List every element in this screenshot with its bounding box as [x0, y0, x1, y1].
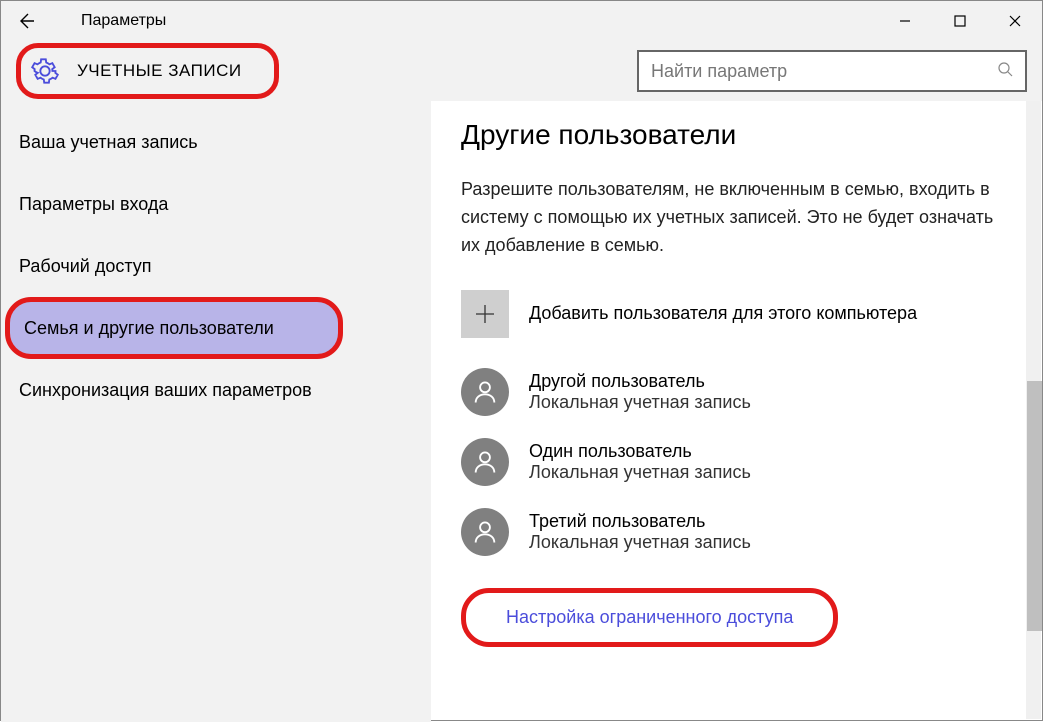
sidebar-item-family-users[interactable]: Семья и другие пользователи — [5, 297, 343, 359]
sidebar-item-label: Семья и другие пользователи — [24, 318, 274, 339]
avatar-icon — [461, 508, 509, 556]
back-button[interactable] — [1, 1, 51, 41]
search-box[interactable] — [637, 50, 1027, 92]
user-row[interactable]: Третий пользователь Локальная учетная за… — [461, 508, 1012, 556]
user-name: Третий пользователь — [529, 511, 751, 532]
sidebar: Ваша учетная запись Параметры входа Рабо… — [1, 101, 431, 722]
sidebar-item-your-account[interactable]: Ваша учетная запись — [1, 111, 431, 173]
avatar-icon — [461, 368, 509, 416]
minimize-icon — [899, 15, 911, 27]
gear-icon — [31, 57, 59, 85]
main-panel: Другие пользователи Разрешите пользовате… — [431, 101, 1042, 722]
user-name: Один пользователь — [529, 441, 751, 462]
search-icon — [997, 61, 1013, 82]
user-row[interactable]: Другой пользователь Локальная учетная за… — [461, 368, 1012, 416]
maximize-button[interactable] — [932, 1, 987, 41]
scrollbar-thumb[interactable] — [1027, 381, 1042, 631]
user-account-type: Локальная учетная запись — [529, 532, 751, 553]
user-name: Другой пользователь — [529, 371, 751, 392]
add-user-row[interactable]: Добавить пользователя для этого компьюте… — [461, 290, 1012, 338]
maximize-icon — [954, 15, 966, 27]
user-account-type: Локальная учетная запись — [529, 462, 751, 483]
plus-icon — [461, 290, 509, 338]
close-icon — [1009, 15, 1021, 27]
section-badge: УЧЕТНЫЕ ЗАПИСИ — [16, 43, 279, 99]
search-input[interactable] — [651, 61, 997, 82]
titlebar: Параметры — [1, 1, 1042, 41]
page-description: Разрешите пользователям, не включенным в… — [461, 176, 1001, 260]
sidebar-item-work-access[interactable]: Рабочий доступ — [1, 235, 431, 297]
arrow-left-icon — [16, 11, 36, 31]
sidebar-item-label: Ваша учетная запись — [19, 132, 198, 153]
window-title: Параметры — [51, 12, 166, 30]
add-user-label: Добавить пользователя для этого компьюте… — [529, 303, 917, 324]
section-title: УЧЕТНЫЕ ЗАПИСИ — [77, 61, 242, 81]
sidebar-item-label: Параметры входа — [19, 194, 168, 215]
sidebar-item-label: Синхронизация ваших параметров — [19, 380, 312, 401]
assigned-access-link[interactable]: Настройка ограниченного доступа — [506, 607, 793, 627]
minimize-button[interactable] — [877, 1, 932, 41]
user-account-type: Локальная учетная запись — [529, 392, 751, 413]
assigned-access-link-highlight: Настройка ограниченного доступа — [461, 588, 838, 647]
user-row[interactable]: Один пользователь Локальная учетная запи… — [461, 438, 1012, 486]
close-button[interactable] — [987, 1, 1042, 41]
header-row: УЧЕТНЫЕ ЗАПИСИ — [1, 41, 1042, 101]
page-heading: Другие пользователи — [461, 119, 1012, 151]
sidebar-item-label: Рабочий доступ — [19, 256, 152, 277]
avatar-icon — [461, 438, 509, 486]
sidebar-item-sync[interactable]: Синхронизация ваших параметров — [1, 359, 431, 421]
sidebar-item-signin-options[interactable]: Параметры входа — [1, 173, 431, 235]
